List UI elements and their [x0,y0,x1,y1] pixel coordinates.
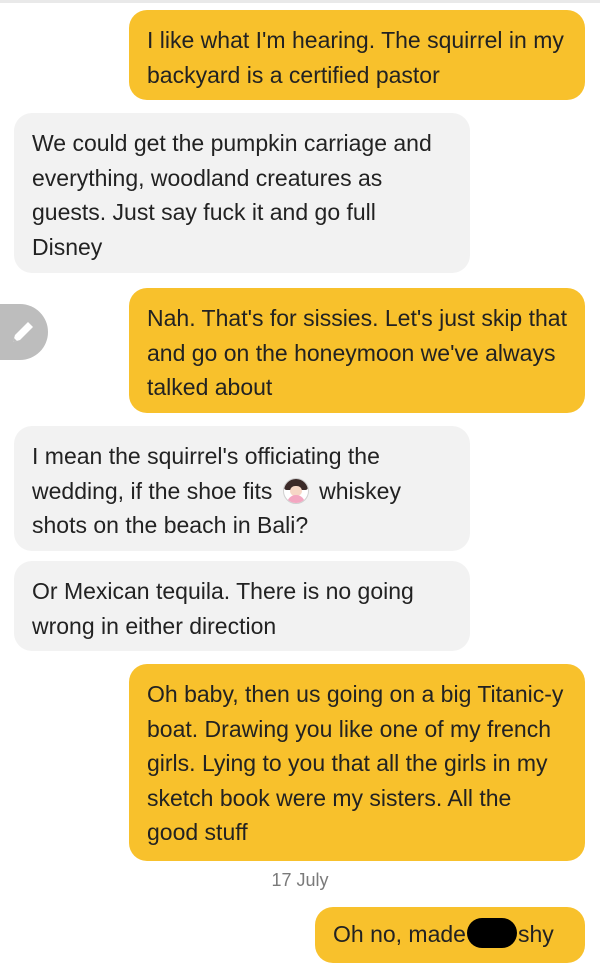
woman-shrugging-emoji-icon [282,477,309,504]
message-bubble-outgoing[interactable]: Oh baby, then us going on a big Titanic-… [129,664,585,861]
message-text: Nah. That's for sissies. Let's just skip… [147,305,567,400]
message-bubble-outgoing[interactable]: Oh no, made shy [315,907,585,963]
pencil-icon [13,322,33,342]
message-text: shy [517,921,554,947]
message-bubble-incoming[interactable]: Or Mexican tequila. There is no going wr… [14,561,470,651]
date-separator: 17 July [271,870,329,890]
message-text: I like what I'm hearing. The squirrel in… [147,27,564,88]
message-bubble-outgoing[interactable]: Nah. That's for sissies. Let's just skip… [129,288,585,413]
message-bubble-incoming[interactable]: We could get the pumpkin carriage and ev… [14,113,470,273]
message-text: Or Mexican tequila. There is no going wr… [32,578,414,639]
top-divider [0,0,600,3]
message-text: Oh no, made [333,921,466,947]
edit-button[interactable] [0,304,48,360]
message-bubble-outgoing[interactable]: I like what I'm hearing. The squirrel in… [129,10,585,100]
message-bubble-incoming[interactable]: I mean the squirrel's officiating the we… [14,426,470,551]
message-text: Oh baby, then us going on a big Titanic-… [147,681,564,845]
redaction-mark [466,918,517,948]
message-text: We could get the pumpkin carriage and ev… [32,130,432,260]
